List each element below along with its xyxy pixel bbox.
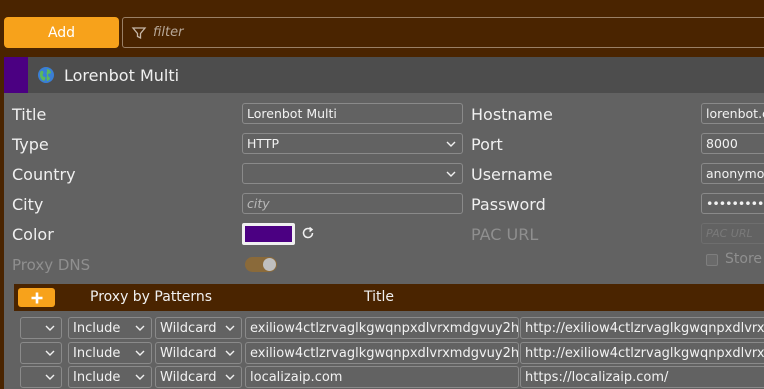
color-label: Color bbox=[12, 225, 54, 244]
toggle-knob bbox=[263, 258, 276, 271]
port-label: Port bbox=[471, 135, 503, 154]
pattern-title-field[interactable]: localizaip.com bbox=[245, 366, 519, 388]
chevron-down-icon bbox=[225, 325, 235, 331]
proxy-dns-label: Proxy DNS bbox=[12, 256, 91, 274]
color-swatch[interactable] bbox=[242, 223, 295, 245]
type-select-value: HTTP bbox=[247, 136, 279, 151]
pattern-select[interactable] bbox=[20, 317, 62, 339]
filter-icon bbox=[131, 26, 147, 39]
username-label: Username bbox=[471, 165, 553, 184]
pattern-action-select[interactable]: Include bbox=[68, 342, 152, 364]
pattern-type-select[interactable]: Wildcard bbox=[155, 366, 242, 388]
globe-icon bbox=[38, 67, 54, 83]
hostname-field[interactable]: lorenbot.c bbox=[701, 103, 764, 124]
pattern-type-value: Wildcard bbox=[160, 369, 217, 385]
chevron-down-icon bbox=[135, 374, 145, 380]
proxy-color-strip bbox=[4, 57, 28, 93]
pattern-action-select[interactable]: Include bbox=[68, 317, 152, 339]
pattern-type-select[interactable]: Wildcard bbox=[155, 317, 242, 339]
pattern-action-value: Include bbox=[73, 369, 121, 385]
chevron-down-icon bbox=[446, 141, 456, 147]
pattern-type-value: Wildcard bbox=[160, 320, 217, 336]
title-label: Title bbox=[12, 105, 47, 124]
chevron-down-icon bbox=[45, 325, 55, 331]
pattern-row: Include Wildcard localizaip.com https://… bbox=[4, 366, 764, 388]
proxy-dns-toggle[interactable] bbox=[245, 257, 277, 272]
city-label: City bbox=[12, 195, 44, 214]
pattern-type-select[interactable]: Wildcard bbox=[155, 342, 242, 364]
pattern-select[interactable] bbox=[20, 342, 62, 364]
city-field[interactable]: city bbox=[242, 193, 463, 214]
chevron-down-icon bbox=[225, 374, 235, 380]
password-label: Password bbox=[471, 195, 546, 214]
pac-url-label: PAC URL bbox=[471, 225, 539, 244]
filter-box[interactable] bbox=[122, 17, 764, 48]
pattern-url-field[interactable]: http://exiliow4ctlzrvaglkgwqnpxdlvrxmdgv… bbox=[520, 342, 764, 364]
username-field[interactable]: anonymo bbox=[701, 163, 764, 184]
store-checkbox[interactable] bbox=[706, 254, 718, 266]
country-label: Country bbox=[12, 165, 76, 184]
proxy-header[interactable]: Lorenbot Multi bbox=[4, 57, 764, 93]
pattern-url-field[interactable]: https://localizaip.com/ bbox=[520, 366, 764, 388]
pattern-action-value: Include bbox=[73, 320, 121, 336]
chevron-down-icon bbox=[225, 350, 235, 356]
hostname-label: Hostname bbox=[471, 105, 553, 124]
port-field[interactable]: 8000 bbox=[701, 133, 764, 154]
pattern-url-field[interactable]: http://exiliow4ctlzrvaglkgwqnpxdlvrxmdgv… bbox=[520, 317, 764, 339]
country-select[interactable] bbox=[242, 163, 463, 184]
chevron-down-icon bbox=[135, 350, 145, 356]
plus-icon bbox=[31, 292, 42, 303]
filter-input[interactable] bbox=[153, 25, 653, 40]
title-field[interactable]: Lorenbot Multi bbox=[242, 103, 463, 124]
patterns-header: Proxy by Patterns Title bbox=[14, 284, 764, 311]
chevron-down-icon bbox=[135, 325, 145, 331]
add-button[interactable]: Add bbox=[4, 17, 119, 48]
pattern-action-value: Include bbox=[73, 345, 121, 361]
patterns-title-column: Title bbox=[364, 289, 395, 305]
refresh-icon[interactable] bbox=[300, 225, 316, 241]
type-select[interactable]: HTTP bbox=[242, 133, 463, 154]
chevron-down-icon bbox=[446, 171, 456, 177]
patterns-header-label: Proxy by Patterns bbox=[90, 289, 213, 305]
pac-url-field[interactable]: PAC URL bbox=[701, 223, 764, 244]
store-label: Store bbox=[725, 251, 763, 267]
password-field[interactable]: ••••••••••••• bbox=[701, 193, 764, 214]
type-label: Type bbox=[12, 135, 49, 154]
pattern-type-value: Wildcard bbox=[160, 345, 217, 361]
color-swatch-fill bbox=[245, 226, 292, 242]
proxy-panel: Lorenbot Multi Title Type Country City C… bbox=[4, 57, 764, 389]
pattern-row: Include Wildcard exiliow4ctlzrvaglkgwqnp… bbox=[4, 342, 764, 364]
pattern-title-field[interactable]: exiliow4ctlzrvaglkgwqnpxdlvrxmdgvuy2hkl bbox=[245, 342, 519, 364]
pattern-action-select[interactable]: Include bbox=[68, 366, 152, 388]
pattern-title-field[interactable]: exiliow4ctlzrvaglkgwqnpxdlvrxmdgvuy2hkl bbox=[245, 317, 519, 339]
toolbar: Add bbox=[0, 0, 764, 56]
pattern-row: Include Wildcard exiliow4ctlzrvaglkgwqnp… bbox=[4, 317, 764, 339]
proxy-header-title: Lorenbot Multi bbox=[64, 65, 180, 85]
add-pattern-button[interactable] bbox=[18, 288, 55, 307]
chevron-down-icon bbox=[45, 374, 55, 380]
chevron-down-icon bbox=[45, 350, 55, 356]
pattern-select[interactable] bbox=[20, 366, 62, 388]
